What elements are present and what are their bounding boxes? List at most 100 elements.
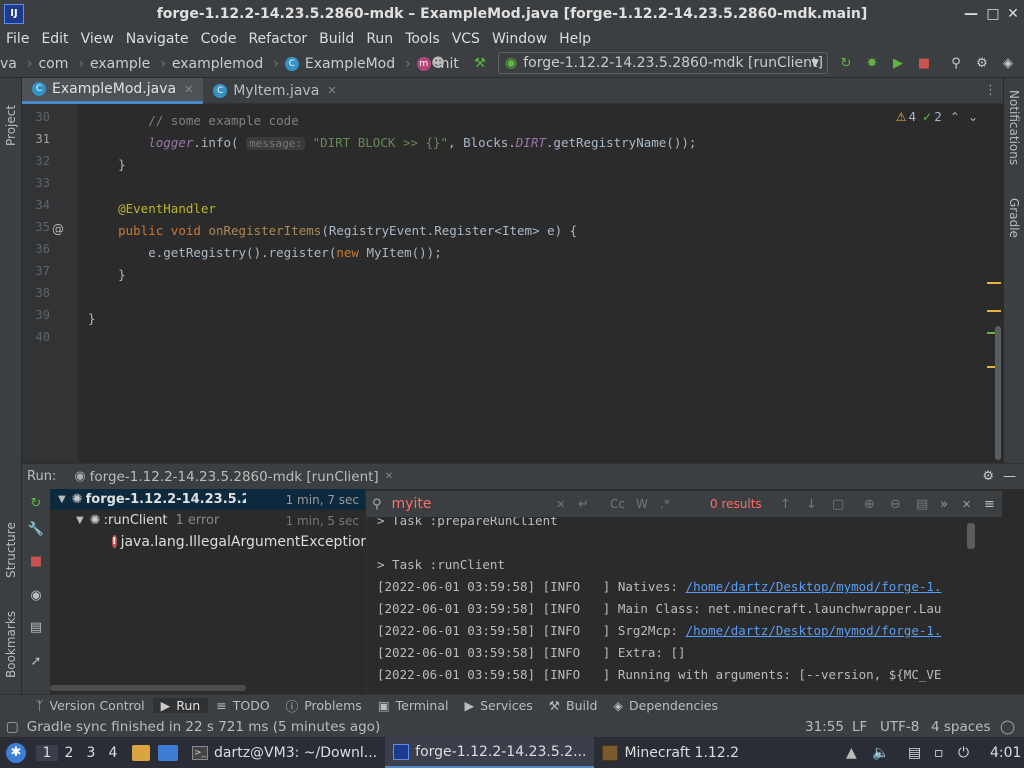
menu-tools[interactable]: Tools xyxy=(399,31,446,47)
arrow-up-icon[interactable]: ↑ xyxy=(780,497,791,512)
menu-vcs[interactable]: VCS xyxy=(446,31,486,47)
implements-marker-icon[interactable]: @ xyxy=(52,222,64,236)
error-stripe-marker[interactable] xyxy=(987,282,1001,284)
stop-icon[interactable]: ■ xyxy=(914,54,934,74)
power-icon[interactable]: ⏻ xyxy=(958,745,969,761)
hammer-icon[interactable]: ⚒ xyxy=(470,54,490,74)
search-icon[interactable]: ⚲ xyxy=(946,54,966,74)
stop-icon[interactable]: ■ xyxy=(26,551,46,571)
menu-build[interactable]: Build xyxy=(313,31,360,47)
taskbar-item-minecraft[interactable]: Minecraft 1.12.2 xyxy=(594,737,747,768)
more-icon[interactable]: » xyxy=(940,497,948,512)
layout-icon[interactable]: ▤ xyxy=(26,617,46,637)
match-case-icon[interactable]: Cc xyxy=(610,497,625,511)
eye-icon[interactable]: ◉ xyxy=(26,585,46,605)
close-tab-icon[interactable]: ✕ xyxy=(327,84,336,97)
notifications-tool-button[interactable]: Notifications xyxy=(1007,90,1021,180)
clipboard-icon[interactable]: ▫ xyxy=(934,745,944,761)
regex-icon[interactable]: .* xyxy=(660,497,670,511)
breadcrumb-item[interactable]: example xyxy=(90,56,150,72)
status-message[interactable]: Gradle sync finished in 22 s 721 ms (5 m… xyxy=(27,719,380,735)
line-separator[interactable]: LF xyxy=(852,719,867,735)
close-tab-icon[interactable]: ✕ xyxy=(184,83,193,96)
ide-logo-icon[interactable]: ◈ xyxy=(998,54,1018,74)
select-occurrences-icon[interactable]: ▤ xyxy=(916,497,928,512)
editor-scrollbar[interactable] xyxy=(987,104,1003,462)
add-selection-icon[interactable]: ⊕ xyxy=(864,497,875,512)
tab-build[interactable]: ⚒ Build xyxy=(541,698,606,713)
console-scrollbar-thumb[interactable] xyxy=(967,523,975,549)
select-all-icon[interactable]: ▢ xyxy=(832,497,844,512)
new-line-icon[interactable]: ↵ xyxy=(578,497,589,512)
workspace-button[interactable]: 1 xyxy=(36,744,58,761)
pin-icon[interactable]: ➚ xyxy=(26,651,46,671)
console-link[interactable]: /home/dartz/Desktop/mymod/forge-1. xyxy=(686,579,942,594)
tab-todo[interactable]: ≡ TODO xyxy=(208,698,277,713)
menu-view[interactable]: View xyxy=(75,31,120,47)
network-icon[interactable]: ▤ xyxy=(908,745,921,761)
tree-row[interactable]: ! java.lang.IllegalArgumentException xyxy=(50,531,369,552)
breadcrumb-item[interactable]: va xyxy=(0,56,17,72)
words-icon[interactable]: W xyxy=(636,497,648,511)
gradle-tool-button[interactable]: Gradle xyxy=(1007,198,1021,258)
rerun-icon[interactable]: ↻ xyxy=(836,54,856,74)
rerun-icon[interactable]: ↻ xyxy=(26,493,46,513)
tab-run[interactable]: ▶ Run xyxy=(152,698,209,713)
panel-toggle-icon[interactable]: ▢ xyxy=(6,719,19,735)
run-configuration-select[interactable]: ◉ forge-1.12.2-14.23.5.2860-mdk [runClie… xyxy=(498,52,828,74)
clear-icon[interactable]: ✕ xyxy=(556,498,565,511)
upload-icon[interactable]: ▲ xyxy=(846,745,857,761)
arrow-down-icon[interactable]: ↓ xyxy=(806,497,817,512)
workspace-button[interactable]: 4 xyxy=(102,745,124,761)
gear-icon[interactable]: ⚙ xyxy=(972,54,992,74)
desktop-icon[interactable] xyxy=(158,744,178,761)
breadcrumb-item[interactable]: com xyxy=(38,56,68,72)
menu-file[interactable]: File xyxy=(0,31,35,47)
inspection-widget[interactable]: ⚠ 4 ✓ 2 ⌃ ⌄ xyxy=(896,110,978,124)
menu-navigate[interactable]: Navigate xyxy=(120,31,195,47)
caret-position[interactable]: 31:55 xyxy=(805,719,844,735)
horizontal-scrollbar[interactable] xyxy=(50,685,246,691)
tab-dependencies[interactable]: ◈ Dependencies xyxy=(605,698,726,713)
breadcrumb-item[interactable]: ExampleMod xyxy=(305,56,395,72)
file-manager-icon[interactable] xyxy=(132,744,150,761)
user-icon[interactable]: ☻ xyxy=(428,54,448,74)
tab-version-control[interactable]: ᛉ Version Control xyxy=(28,698,153,713)
more-vertical-icon[interactable]: ⋮ xyxy=(984,83,997,98)
minimize-icon[interactable]: — xyxy=(962,5,980,23)
menu-help[interactable]: Help xyxy=(553,31,597,47)
tree-row[interactable]: ▼ ✺ forge-1.12.2-14.23.5.2860 1 min, 7 s… xyxy=(50,489,365,510)
workspace-button[interactable]: 3 xyxy=(80,745,102,761)
project-tool-button[interactable]: Project xyxy=(4,86,18,146)
menu-edit[interactable]: Edit xyxy=(35,31,74,47)
remove-selection-icon[interactable]: ⊖ xyxy=(890,497,901,512)
breadcrumb-item[interactable]: examplemod xyxy=(172,56,263,72)
workspace-button[interactable]: 2 xyxy=(58,745,80,761)
menu-code[interactable]: Code xyxy=(195,31,243,47)
menu-run[interactable]: Run xyxy=(360,31,399,47)
gear-icon[interactable]: ⚙ xyxy=(982,469,994,484)
indent-setting[interactable]: 4 spaces xyxy=(931,719,991,735)
menu-window[interactable]: Window xyxy=(486,31,553,47)
taskbar-item-ide[interactable]: forge-1.12.2-14.23.5.2... xyxy=(385,737,595,768)
debug-icon[interactable]: ✸ xyxy=(862,54,882,74)
error-stripe-marker[interactable] xyxy=(987,310,1001,312)
close-search-icon[interactable]: ✕ xyxy=(962,498,971,511)
tab-terminal[interactable]: ▣ Terminal xyxy=(370,698,457,713)
bookmarks-tool-button[interactable]: Bookmarks xyxy=(4,598,18,678)
soft-wrap-icon[interactable]: ≡ xyxy=(984,497,995,512)
tab-problems[interactable]: ⓘ Problems xyxy=(278,696,370,715)
start-menu-icon[interactable]: ✱ xyxy=(6,742,26,763)
taskbar-item-terminal[interactable]: >_ dartz@VM3: ~/Downl... xyxy=(184,737,385,768)
volume-icon[interactable]: 🔈 xyxy=(872,745,889,761)
code-editor[interactable]: // some example code logger.info( messag… xyxy=(78,104,988,462)
close-icon[interactable]: ✕ xyxy=(1004,5,1022,23)
maximize-icon[interactable]: □ xyxy=(984,5,1002,23)
file-encoding[interactable]: UTF-8 xyxy=(880,719,919,735)
lock-icon[interactable]: ◯ xyxy=(1000,719,1015,735)
wrench-icon[interactable]: 🔧 xyxy=(26,519,46,539)
tab-myitem[interactable]: C MyItem.java ✕ xyxy=(203,78,346,104)
search-input[interactable]: myite xyxy=(392,496,432,512)
hide-panel-icon[interactable]: — xyxy=(1003,469,1016,484)
console-output[interactable]: > Task :prepareRunClient > Task :runClie… xyxy=(366,489,1002,694)
